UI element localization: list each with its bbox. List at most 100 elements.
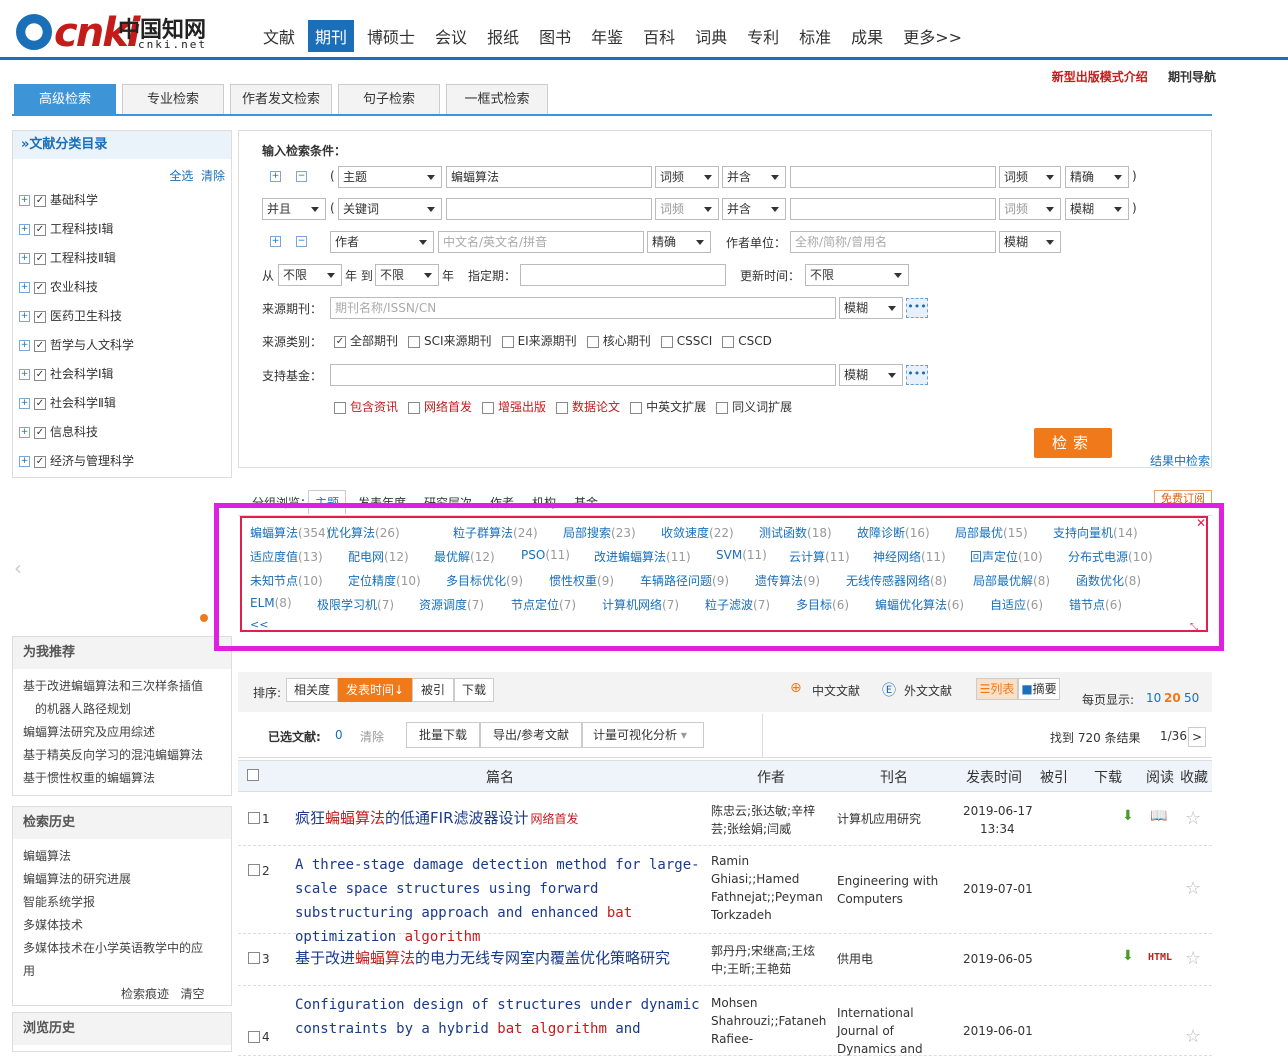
expand-icon[interactable]: + bbox=[19, 253, 30, 264]
nav-item[interactable]: 博硕士 bbox=[360, 20, 422, 52]
extra-option-checkbox[interactable] bbox=[482, 401, 495, 414]
category-checkbox[interactable]: ✓ bbox=[34, 310, 46, 323]
freq-select-2[interactable]: 词频 bbox=[999, 166, 1061, 188]
category-item[interactable]: + ✓ 经济与管理科学 bbox=[19, 452, 134, 470]
favorite-star-icon[interactable]: ☆ bbox=[1185, 878, 1201, 899]
sort-download[interactable]: 下载 bbox=[454, 678, 494, 702]
match-select-2[interactable]: 模糊 bbox=[1065, 198, 1129, 220]
row-checkbox[interactable] bbox=[248, 812, 260, 824]
author-field-select[interactable]: 作者 bbox=[330, 231, 434, 253]
source-match-select[interactable]: 模糊 bbox=[839, 297, 903, 319]
result-authors[interactable]: Ramin Ghiasi;;Hamed Fathnejat;;Peyman To… bbox=[711, 852, 829, 924]
category-checkbox[interactable]: ✓ bbox=[34, 223, 46, 236]
more-icon[interactable]: ••• bbox=[906, 365, 928, 385]
nav-item[interactable]: 百科 bbox=[636, 20, 682, 52]
favorite-star-icon[interactable]: ☆ bbox=[1185, 1026, 1201, 1047]
keyword-input-2[interactable] bbox=[790, 166, 996, 188]
category-checkbox[interactable]: ✓ bbox=[34, 339, 46, 352]
remove-row-icon[interactable]: − bbox=[296, 171, 307, 182]
favorite-star-icon[interactable]: ☆ bbox=[1185, 948, 1201, 969]
sort-cited[interactable]: 被引 bbox=[412, 678, 454, 702]
result-journal[interactable]: Engineering with Computers bbox=[837, 872, 947, 908]
keyword-input-3[interactable] bbox=[446, 198, 652, 220]
next-page-button[interactable]: > bbox=[1188, 727, 1206, 747]
extra-option-checkbox[interactable] bbox=[334, 401, 346, 414]
source-type-checkbox[interactable]: ✓ bbox=[334, 335, 346, 348]
expand-icon[interactable]: + bbox=[19, 456, 30, 467]
nav-item[interactable]: 标准 bbox=[792, 20, 838, 52]
tab-professional[interactable]: 专业检索 bbox=[122, 84, 224, 115]
col-author[interactable]: 作者 bbox=[757, 767, 785, 787]
category-checkbox[interactable]: ✓ bbox=[34, 194, 46, 207]
list-view-button[interactable]: ☰列表 bbox=[976, 678, 1018, 700]
tab-author[interactable]: 作者发文检索 bbox=[230, 84, 332, 115]
recommend-item[interactable]: 基于惯性权重的蝙蝠算法 bbox=[13, 767, 231, 790]
category-checkbox[interactable]: ✓ bbox=[34, 455, 46, 468]
cnki-logo[interactable]: cnki 中国知网 cnki.net bbox=[14, 8, 224, 56]
keyword-input-4[interactable] bbox=[790, 198, 996, 220]
freq-select-4[interactable]: 词频 bbox=[999, 198, 1061, 220]
history-clear-link[interactable]: 清空 bbox=[180, 987, 204, 1001]
clear-selection[interactable]: 清除 bbox=[360, 728, 384, 745]
extra-option-checkbox[interactable] bbox=[630, 401, 643, 414]
result-authors[interactable]: 郭丹丹;宋继高;王炫中;王昕;王艳茹 bbox=[711, 942, 829, 978]
category-item[interactable]: + ✓ 社会科学Ⅰ辑 bbox=[19, 365, 114, 383]
col-title[interactable]: 篇名 bbox=[486, 767, 514, 787]
history-trace-link[interactable]: 检索痕迹 bbox=[121, 987, 169, 1001]
relation-select-1[interactable]: 并含 bbox=[722, 166, 786, 188]
category-item[interactable]: + ✓ 社会科学Ⅱ辑 bbox=[19, 394, 116, 412]
search-in-results-link[interactable]: 结果中检索 bbox=[1150, 452, 1210, 469]
category-item[interactable]: + ✓ 信息科技 bbox=[19, 423, 98, 441]
col-cited[interactable]: 被引 bbox=[1040, 767, 1068, 787]
per-page-50[interactable]: 50 bbox=[1184, 691, 1199, 705]
source-type-checkbox[interactable] bbox=[408, 335, 421, 348]
nav-item[interactable]: 专利 bbox=[740, 20, 786, 52]
year-from-select[interactable]: 不限 bbox=[278, 264, 342, 286]
author-input[interactable]: 中文名/英文名/拼音 bbox=[438, 231, 644, 253]
remove-author-icon[interactable]: − bbox=[296, 236, 307, 247]
nav-item[interactable]: 报纸 bbox=[480, 20, 526, 52]
nav-item[interactable]: 词典 bbox=[688, 20, 734, 52]
visual-analysis-button[interactable]: 计量可视化分析 ▾ bbox=[582, 722, 704, 748]
read-book-icon[interactable]: 📖 bbox=[1150, 808, 1167, 824]
row-checkbox[interactable] bbox=[248, 952, 260, 964]
year-to-select[interactable]: 不限 bbox=[375, 264, 439, 286]
extra-option-checkbox[interactable] bbox=[716, 401, 729, 414]
sort-date[interactable]: 发表时间↓ bbox=[338, 678, 412, 702]
col-favorite[interactable]: 收藏 bbox=[1180, 767, 1208, 787]
category-item[interactable]: + ✓ 农业科技 bbox=[19, 278, 98, 296]
history-item[interactable]: 多媒体技术 bbox=[13, 914, 231, 937]
source-type-checkbox[interactable] bbox=[722, 335, 735, 348]
zh-filter[interactable]: 中文文献 bbox=[812, 682, 860, 699]
recommend-item[interactable]: 蝙蝠算法研究及应用综述 bbox=[13, 721, 231, 744]
batch-download-button[interactable]: 批量下载 bbox=[406, 722, 480, 748]
add-row-icon[interactable]: + bbox=[270, 171, 281, 182]
expand-icon[interactable]: + bbox=[19, 340, 30, 351]
extra-option-checkbox[interactable] bbox=[408, 401, 421, 414]
nav-item[interactable]: 图书 bbox=[532, 20, 578, 52]
expand-icon[interactable]: + bbox=[19, 282, 30, 293]
history-item[interactable]: 蝙蝠算法 bbox=[13, 845, 231, 868]
unit-match-select[interactable]: 模糊 bbox=[999, 231, 1061, 253]
search-button[interactable]: 检索 bbox=[1034, 428, 1112, 458]
html-read-link[interactable]: HTML bbox=[1148, 952, 1172, 963]
source-input[interactable]: 期刊名称/ISSN/CN bbox=[330, 297, 836, 319]
match-select-1[interactable]: 精确 bbox=[1065, 166, 1129, 188]
tab-sentence[interactable]: 句子检索 bbox=[338, 84, 440, 115]
source-type-checkbox[interactable] bbox=[660, 335, 673, 348]
freq-select-3[interactable]: 词频 bbox=[655, 198, 719, 220]
select-all-checkbox[interactable] bbox=[247, 769, 259, 781]
en-filter[interactable]: 外文文献 bbox=[904, 682, 952, 699]
expand-icon[interactable]: + bbox=[19, 369, 30, 380]
result-title[interactable]: 疯狂蝙蝠算法的低通FIR滤波器设计 网络首发 bbox=[295, 806, 705, 831]
history-item[interactable]: 多媒体技术在小学英语教学中的应 bbox=[13, 937, 231, 960]
sort-relevance[interactable]: 相关度 bbox=[286, 678, 338, 702]
col-date[interactable]: 发表时间 bbox=[966, 767, 1022, 787]
row-checkbox[interactable] bbox=[248, 864, 260, 876]
tab-single-box[interactable]: 一框式检索 bbox=[446, 84, 548, 115]
favorite-star-icon[interactable]: ☆ bbox=[1185, 808, 1201, 829]
category-checkbox[interactable]: ✓ bbox=[34, 397, 46, 410]
tab-advanced[interactable]: 高级检索 bbox=[14, 84, 116, 115]
expand-icon[interactable]: + bbox=[19, 311, 30, 322]
nav-item-more[interactable]: 更多>> bbox=[896, 20, 969, 52]
